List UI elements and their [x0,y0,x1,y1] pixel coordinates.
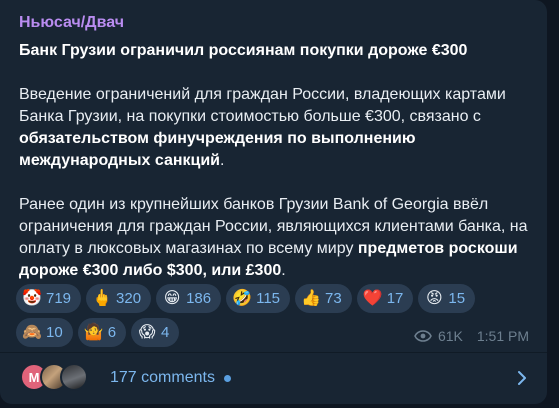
paragraph-2-end: . [281,262,286,279]
heart-emoji-icon: ❤️ [362,289,383,307]
paragraph-1-end: . [220,152,225,169]
scream-emoji-icon: 😱 [138,323,156,341]
paragraph-1-text: Введение ограничений для граждан России,… [19,86,506,125]
reaction-count: 17 [386,290,404,307]
reaction-shrug[interactable]: 🤷 6 [77,318,127,347]
views-count: 61K [437,328,463,344]
see-no-evil-monkey-emoji-icon: 🙈 [22,323,42,341]
reaction-clown[interactable]: 🤡 719 [16,284,82,313]
shrug-emoji-icon: 🤷 [83,323,104,341]
post-paragraph-1: Введение ограничений для граждан России,… [19,84,539,172]
grin-emoji-icon: 😁 [163,289,181,307]
reaction-count: 320 [116,290,142,307]
unread-dot [223,374,231,382]
middle-finger-emoji-icon: 🖕 [92,289,112,307]
clown-emoji-icon: 🤡 [22,289,42,307]
eye-icon [414,330,432,342]
reaction-middle-finger[interactable]: 🖕 320 [86,284,152,313]
post-headline: Банк Грузии ограничил россиянам покупки … [19,42,468,59]
reaction-count: 10 [46,324,63,341]
reaction-count: 15 [448,290,466,307]
comments-button[interactable]: M 177 comments [0,356,547,400]
reaction-count: 186 [186,290,212,307]
angry-emoji-icon: 😡 [426,289,443,307]
reaction-angry[interactable]: 😡 15 [418,284,476,313]
reaction-count: 719 [46,290,72,307]
avatar [60,363,88,391]
rofl-emoji-icon: 🤣 [232,289,253,307]
channel-name[interactable]: Ньюсач/Двач [19,14,124,32]
chevron-right-icon [517,370,527,391]
message-meta: 61K 1:51 PM [414,328,529,344]
reaction-count: 73 [325,290,342,307]
reaction-count: 6 [107,324,117,341]
divider [0,352,547,353]
commenter-avatars: M [20,363,100,393]
reaction-rofl[interactable]: 🤣 115 [226,284,291,313]
comments-label: 177 comments [110,369,215,386]
reaction-heart[interactable]: ❤️ 17 [356,284,414,313]
post-paragraph-2: Ранее один из крупнейших банков Грузии B… [19,194,539,282]
message-bubble: Ньюсач/Двач Банк Грузии ограничил россия… [0,0,547,404]
reaction-thumbs-up[interactable]: 👍 73 [295,284,352,313]
paragraph-1-bold: обязательством финучреждения по выполнен… [19,130,416,169]
reaction-count: 115 [256,290,281,307]
message-time: 1:51 PM [476,328,529,344]
reaction-grin[interactable]: 😁 186 [156,284,222,313]
reaction-see-no-evil[interactable]: 🙈 10 [16,318,73,347]
reaction-scream[interactable]: 😱 4 [131,318,180,347]
reaction-count: 4 [161,324,170,341]
thumbs-up-emoji-icon: 👍 [301,289,321,307]
